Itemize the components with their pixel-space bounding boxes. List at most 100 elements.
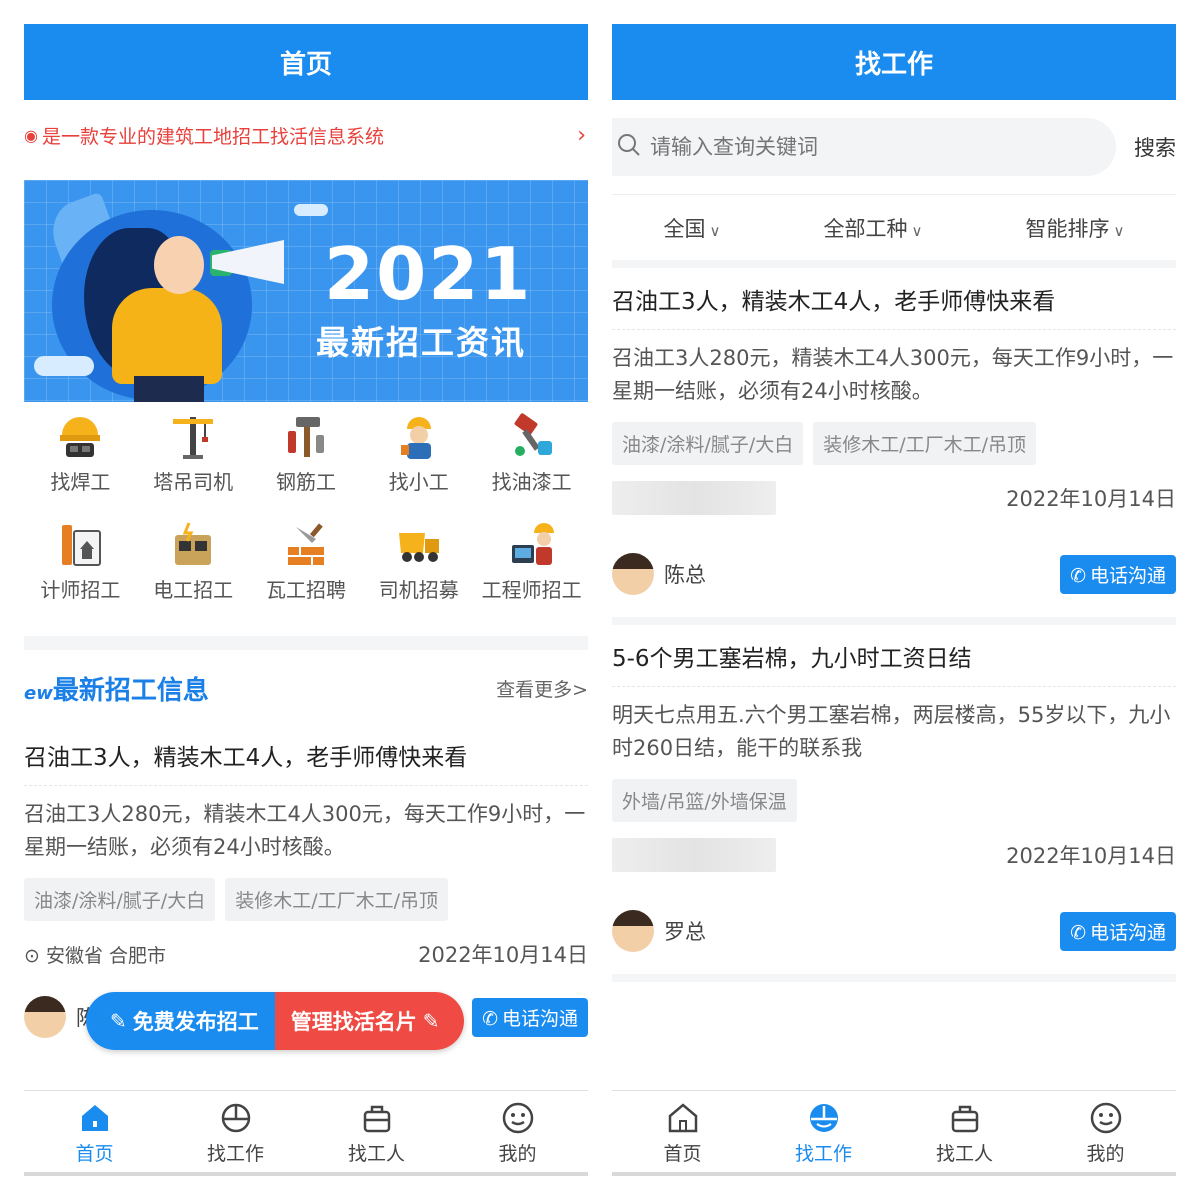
job-poster: 罗总 ✆ 电话沟通: [612, 888, 1176, 974]
woman-pants-illustration: [134, 376, 204, 402]
view-more-link[interactable]: 查看更多>: [496, 675, 588, 702]
chevron-right-icon[interactable]: ›: [577, 123, 588, 148]
category-label: 电工招工: [153, 578, 234, 602]
job-date: 2022年10月14日: [1006, 487, 1176, 511]
poster-name: 罗总: [664, 920, 706, 944]
job-description: 明天七点用五.六个男工塞岩棉，两层楼高，55岁以下，九小时260日结，能干的联系…: [612, 703, 1171, 760]
phone-icon: ✆: [482, 1007, 498, 1030]
avatar: [612, 553, 654, 595]
tab-bar: 首页 找工作 找工人 我的: [612, 1090, 1176, 1176]
category-bricklayer[interactable]: 瓦工招聘: [250, 518, 363, 618]
search-box: [612, 118, 1116, 176]
job-location: ⊙ 安徽省 合肥市: [24, 944, 167, 967]
worker-icon: [394, 410, 444, 462]
electric-box-icon: [168, 518, 218, 570]
location-pin-icon: ⊙: [24, 944, 46, 967]
category-label: 找小工: [388, 470, 449, 494]
job-poster: 陈总 ✆电话沟通: [612, 531, 1176, 617]
job-card[interactable]: 召油工3人，精装木工4人，老手师傅快来看 召油工3人280元，精装木工4人300…: [612, 268, 1176, 625]
publish-job-button[interactable]: ✎ 免费发布招工: [86, 992, 275, 1050]
welder-helmet-icon: [55, 410, 105, 462]
blurred-location: [612, 838, 776, 872]
call-button[interactable]: ✆ 电话沟通: [1060, 911, 1176, 951]
category-helper[interactable]: 找小工: [362, 410, 475, 510]
category-rebar[interactable]: 钢筋工: [250, 410, 363, 510]
filter-region[interactable]: 全国 ∨: [664, 213, 721, 243]
avatar: [24, 996, 66, 1038]
category-label: 找油漆工: [491, 470, 572, 494]
phone-icon: ✆: [1070, 921, 1086, 944]
job-tag: 装修木工/工厂木工/吊顶: [813, 422, 1037, 465]
job-date: 2022年10月14日: [1006, 844, 1176, 868]
avatar: [612, 910, 654, 952]
helmet-icon: [219, 1101, 253, 1135]
tab-label: 找工作: [206, 1143, 264, 1165]
tab-find-worker[interactable]: 找工人: [894, 1091, 1035, 1176]
category-engineer[interactable]: 工程师招工: [475, 518, 588, 618]
bricklayer-icon: [281, 518, 331, 570]
category-designer[interactable]: 计师招工: [24, 518, 137, 618]
tab-home[interactable]: 首页: [612, 1091, 753, 1176]
filter-bar: 全国 ∨ 全部工种 ∨ 智能排序 ∨: [612, 194, 1176, 268]
job-meta: ⊙ 安徽省 合肥市 2022年10月14日: [24, 921, 588, 987]
woman-body-illustration: [112, 288, 222, 384]
category-label: 司机招募: [378, 578, 459, 602]
filter-trade[interactable]: 全部工种 ∨: [824, 213, 923, 243]
chevron-down-icon: ∨: [911, 221, 923, 240]
category-label: 塔吊司机: [153, 470, 234, 494]
latest-jobs-header: ew最新招工信息 查看更多>: [24, 656, 588, 720]
cloud-decoration: [294, 204, 328, 216]
notice-marquee[interactable]: ◉ 是一款专业的建筑工地招工找活信息系统 ›: [24, 100, 588, 170]
tab-find-job[interactable]: 找工作: [753, 1091, 894, 1176]
job-tags: 油漆/涂料/腻子/大白 装修木工/工厂木工/吊顶: [612, 418, 1176, 465]
toolbox-icon: [360, 1101, 394, 1135]
job-tag: 油漆/涂料/腻子/大白: [612, 422, 804, 465]
page-title: 找工作: [612, 24, 1176, 100]
tab-label: 找工人: [347, 1143, 405, 1165]
filter-sort[interactable]: 智能排序 ∨: [1026, 213, 1125, 243]
tab-find-job[interactable]: 找工作: [165, 1091, 306, 1176]
category-driver[interactable]: 司机招募: [362, 518, 475, 618]
chevron-down-icon: ∨: [1113, 221, 1125, 240]
job-card[interactable]: 5-6个男工塞岩棉，九小时工资日结 明天七点用五.六个男工塞岩棉，两层楼高，55…: [612, 625, 1176, 982]
job-tag: 装修木工/工厂木工/吊顶: [225, 878, 449, 921]
truck-icon: [394, 518, 444, 570]
manage-card-button[interactable]: 管理找活名片 ✎: [274, 992, 464, 1050]
tab-home[interactable]: 首页: [24, 1091, 165, 1176]
woman-face-illustration: [154, 236, 204, 294]
section-title: ew最新招工信息: [24, 675, 209, 706]
call-button[interactable]: ✆ 电话沟通: [472, 997, 588, 1037]
job-title: 召油工3人，精装木工4人，老手师傅快来看: [24, 724, 588, 786]
edit-doc-icon: ✎: [110, 1009, 127, 1033]
tab-mine[interactable]: 我的: [1035, 1091, 1176, 1176]
search-button[interactable]: 搜索: [1134, 132, 1176, 162]
search-icon: [616, 132, 642, 162]
page-title: 首页: [24, 24, 588, 100]
tab-mine[interactable]: 我的: [447, 1091, 588, 1176]
category-painter[interactable]: 找油漆工: [475, 410, 588, 510]
search-input[interactable]: [650, 135, 1070, 159]
category-welder[interactable]: 找焊工: [24, 410, 137, 510]
category-label: 工程师招工: [481, 578, 582, 602]
poster-name: 陈总: [664, 563, 706, 587]
category-grid: 找焊工 塔吊司机 钢筋工 找小工 找油漆工 计师招工 电工招工 瓦工招聘 司机招…: [24, 410, 588, 618]
tab-find-worker[interactable]: 找工人: [306, 1091, 447, 1176]
home-icon: [666, 1101, 700, 1135]
category-electrician[interactable]: 电工招工: [137, 518, 250, 618]
cloud-decoration: [34, 356, 94, 376]
banner[interactable]: 2021 最新招工资讯: [24, 180, 588, 402]
find-job-screen: 找工作 搜索 全国∨ 全部工种∨ 智能排序∨ 召油工3人，精装木工4人，老手师傅…: [612, 24, 1176, 1176]
tower-crane-icon: [168, 410, 218, 462]
tab-label: 找工人: [935, 1143, 993, 1165]
call-button[interactable]: ✆ 电话沟通: [1060, 554, 1176, 594]
home-icon: [78, 1101, 112, 1135]
blurred-location: [612, 481, 776, 515]
engineer-icon: [507, 518, 557, 570]
category-crane[interactable]: 塔吊司机: [137, 410, 250, 510]
helmet-icon: [807, 1101, 841, 1135]
tools-icon: [281, 410, 331, 462]
job-tags: 外墙/吊篮/外墙保温: [612, 775, 1176, 822]
search-bar: 搜索: [612, 100, 1176, 194]
smile-icon: [1089, 1101, 1123, 1135]
job-tag: 外墙/吊篮/外墙保温: [612, 779, 797, 822]
